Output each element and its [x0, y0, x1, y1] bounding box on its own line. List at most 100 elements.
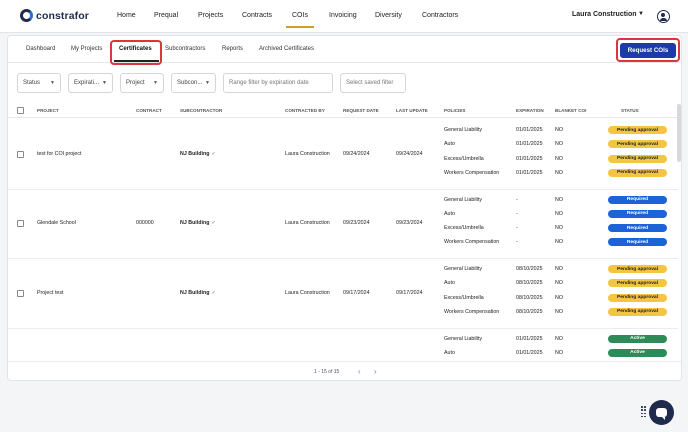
subcontractor-filter[interactable]: Subcon... ▼: [171, 73, 216, 93]
nav-projects[interactable]: Projects: [198, 12, 223, 19]
row-request-date: 09/23/2024: [343, 220, 370, 227]
status-badge: Pending approval: [608, 307, 667, 316]
chat-icon: [656, 408, 667, 420]
project-filter[interactable]: Project ▼: [120, 73, 164, 93]
header-expiration[interactable]: EXPIRATION: [516, 108, 544, 113]
status-badge: Pending approval: [608, 293, 667, 302]
policy-blanket-coi: NO: [555, 294, 563, 301]
policy-expiration: -: [516, 239, 518, 246]
policy-expiration: 08/10/2025: [516, 280, 543, 287]
tab-subcontractors[interactable]: Subcontractors: [165, 46, 205, 52]
tab-my-projects[interactable]: My Projects: [71, 46, 102, 52]
subcontractor-name: NJ Building: [180, 150, 210, 157]
policy-expiration: 01/01/2025: [516, 155, 543, 162]
subcontractor-name: NJ Building: [180, 289, 210, 296]
nav-cois[interactable]: COIs: [292, 12, 308, 19]
project-filter-label: Project: [126, 80, 145, 86]
tab-reports[interactable]: Reports: [222, 46, 243, 52]
policy-blanket-coi: NO: [555, 155, 563, 162]
row-last-update: 09/24/2024: [396, 150, 423, 157]
nav-diversity[interactable]: Diversity: [375, 12, 402, 19]
nav-contracts[interactable]: Contracts: [242, 12, 272, 19]
policy-name: General Liability: [444, 196, 482, 203]
policy-name: Workers Compensation: [444, 239, 500, 246]
header-subcontractor[interactable]: SUBCONTRACTOR: [180, 108, 222, 113]
row-contracted-by: Laura Construction: [285, 289, 330, 296]
sub-tabs: Dashboard My Projects Certificates Subco…: [8, 36, 681, 65]
policy-name: Excess/Umbrella: [444, 225, 484, 232]
expiration-filter[interactable]: Expirati... ▼: [68, 73, 113, 93]
row-last-update: 09/23/2024: [396, 220, 423, 227]
row-checkbox[interactable]: [17, 289, 24, 297]
row-contracted-by: Laura Construction: [285, 150, 330, 157]
drag-handle-icon[interactable]: [641, 406, 646, 418]
status-badge: Required: [608, 224, 667, 233]
policy-expiration: -: [516, 196, 518, 203]
top-nav: constrafor Home Prequal Projects Contrac…: [0, 0, 688, 33]
nav-prequal[interactable]: Prequal: [154, 12, 178, 19]
company-switcher[interactable]: Laura Construction: [572, 11, 637, 18]
table-header: PROJECT CONTRACT SUBCONTRACTOR CONTRACTE…: [8, 103, 678, 118]
highlight-request-button: [616, 38, 680, 62]
header-last-update[interactable]: LAST UPDATE: [396, 108, 428, 113]
status-badge: Pending approval: [608, 265, 667, 273]
status-badge: Active: [608, 348, 667, 357]
status-badge: Pending approval: [608, 168, 667, 177]
header-status[interactable]: STATUS: [621, 108, 639, 113]
tab-archived-certificates[interactable]: Archived Certificates: [259, 46, 314, 52]
row-subcontractor[interactable]: NJ Building ✓: [180, 220, 216, 226]
header-contract[interactable]: CONTRACT: [136, 108, 162, 113]
row-project[interactable]: test for COI project: [37, 151, 81, 157]
policy-blanket-coi: NO: [555, 127, 563, 133]
policy-blanket-coi: NO: [555, 266, 563, 272]
chevron-down-icon[interactable]: ▼: [638, 11, 644, 17]
row-last-update: 09/17/2024: [396, 289, 423, 296]
policy-blanket-coi: NO: [555, 280, 563, 287]
row-request-date: 09/24/2024: [343, 150, 370, 157]
policy-blanket-coi: NO: [555, 196, 563, 203]
nav-home[interactable]: Home: [117, 12, 136, 19]
row-project[interactable]: Project test: [37, 290, 64, 296]
chevron-left-icon[interactable]: ‹: [358, 367, 361, 376]
chevron-down-icon: ▼: [102, 80, 107, 86]
nav-contractors[interactable]: Contractors: [422, 12, 458, 19]
policy-blanket-coi: NO: [555, 225, 563, 232]
header-project[interactable]: PROJECT: [37, 108, 59, 113]
policy-name: General Liability: [444, 335, 482, 342]
certificates-panel: Dashboard My Projects Certificates Subco…: [7, 35, 682, 381]
expiration-range-input[interactable]: Range filter by expiration date: [223, 73, 333, 93]
status-filter[interactable]: Status ▼: [17, 73, 61, 93]
policy-name: General Liability: [444, 127, 482, 133]
header-blanket-coi[interactable]: BLANKET COI: [555, 108, 586, 113]
chat-button[interactable]: [649, 400, 674, 425]
select-all-checkbox[interactable]: [17, 107, 24, 114]
nav-invoicing[interactable]: Invoicing: [329, 12, 357, 19]
verified-check-icon: ✓: [211, 220, 216, 227]
policy-name: Auto: [444, 210, 455, 217]
table-scrollbar[interactable]: [677, 104, 681, 162]
user-avatar-icon[interactable]: [657, 10, 670, 23]
logo[interactable]: constrafor: [20, 9, 89, 22]
chevron-right-icon[interactable]: ›: [374, 367, 377, 376]
tab-dashboard[interactable]: Dashboard: [26, 46, 55, 52]
row-contract: 000000: [136, 220, 154, 227]
row-checkbox[interactable]: [17, 220, 24, 228]
pagination-bar: ‹ 1 - 15 of 15 ›: [8, 361, 681, 380]
header-policies[interactable]: POLICIES: [444, 108, 465, 113]
row-subcontractor[interactable]: NJ Building ✓: [180, 290, 216, 296]
policy-name: Auto: [444, 280, 455, 287]
status-filter-label: Status: [23, 80, 41, 86]
policy-name: Excess/Umbrella: [444, 155, 484, 162]
header-request-date[interactable]: REQUEST DATE: [343, 108, 379, 113]
header-contracted-by[interactable]: CONTRACTED BY: [285, 108, 325, 113]
saved-filter-select[interactable]: Select saved filter: [340, 73, 406, 93]
logo-text: constrafor: [36, 9, 89, 22]
policy-expiration: 08/10/2025: [516, 294, 543, 301]
row-subcontractor[interactable]: NJ Building ✓: [180, 151, 216, 157]
highlight-certificates-tab: [110, 40, 162, 65]
policy-blanket-coi: NO: [555, 169, 563, 176]
subcontractor-filter-label: Subcon...: [177, 80, 203, 86]
row-checkbox[interactable]: [17, 150, 24, 158]
row-project[interactable]: Glendale School: [37, 220, 76, 226]
status-badge: Required: [608, 238, 667, 247]
